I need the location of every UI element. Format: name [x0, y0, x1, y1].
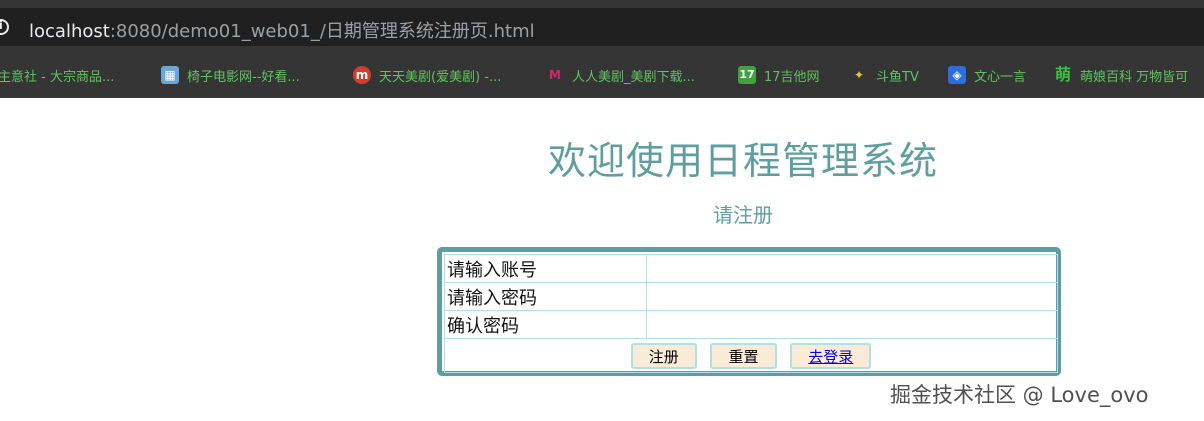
- browser-chrome: localhost:8080/demo01_web01_/日期管理系统注册页.h…: [0, 0, 1204, 52]
- bookmark-item[interactable]: M 人人美剧_美剧下载...: [546, 65, 695, 85]
- bookmark-label: 斗鱼TV: [876, 69, 919, 85]
- bookmark-item[interactable]: 萌 萌娘百科 万物皆可: [1054, 65, 1188, 85]
- bookmark-label: 主意社 - 大宗商品...: [0, 69, 115, 85]
- bookmarks-bar: 主意社 - 大宗商品... ▦ 椅子电影网--好看... m 天天美剧(爱美剧)…: [0, 52, 1204, 98]
- address-bar[interactable]: localhost:8080/demo01_web01_/日期管理系统注册页.h…: [0, 8, 1204, 46]
- register-form: 请输入账号 请输入密码 确认密码 注册 重置 去登录: [437, 247, 1061, 376]
- reset-button[interactable]: 重置: [710, 342, 777, 369]
- url-text[interactable]: localhost:8080/demo01_web01_/日期管理系统注册页.h…: [29, 17, 535, 43]
- bookmark-item[interactable]: ▦ 椅子电影网--好看...: [161, 65, 300, 85]
- account-input[interactable]: [648, 255, 1059, 282]
- bookmark-item[interactable]: 主意社 - 大宗商品...: [0, 65, 114, 85]
- douyu-logo-icon: ✦: [853, 68, 865, 82]
- password-cell: [645, 282, 1059, 311]
- url-host: localhost: [29, 21, 110, 42]
- page-content: 欢迎使用日程管理系统 请注册 请输入账号 请输入密码 确认密码 注册 重置 去登…: [0, 98, 1204, 421]
- password-label: 请输入密码: [444, 282, 647, 311]
- account-label: 请输入账号: [444, 254, 647, 283]
- password-input[interactable]: [648, 283, 1059, 310]
- bookmark-label: 人人美剧_美剧下载...: [572, 69, 695, 85]
- film-icon: ▦: [161, 66, 179, 84]
- rr-logo-icon: M: [549, 68, 561, 82]
- url-path: :8080/demo01_web01_/日期管理系统注册页.html: [109, 21, 535, 42]
- bookmark-label: 萌娘百科 万物皆可: [1080, 69, 1189, 85]
- moegirl-logo-icon: 萌: [1054, 65, 1071, 84]
- login-link-button[interactable]: 去登录: [790, 342, 872, 369]
- bookmark-item[interactable]: ✦ 斗鱼TV: [850, 65, 919, 85]
- page-subtitle: 请注册: [713, 203, 773, 227]
- 17-logo-icon: 17: [738, 66, 756, 84]
- confirm-password-cell: [645, 310, 1059, 339]
- info-icon[interactable]: [0, 19, 9, 35]
- table-row: 注册 重置 去登录: [444, 338, 1058, 373]
- wenxin-logo-icon: ◈: [948, 66, 966, 84]
- table-row: 确认密码: [444, 310, 1059, 339]
- bookmark-item[interactable]: m 天天美剧(爱美剧) -...: [353, 65, 501, 85]
- bookmark-label: 天天美剧(爱美剧) -...: [379, 69, 502, 85]
- bookmark-label: 椅子电影网--好看...: [187, 69, 300, 85]
- register-table: 请输入账号 请输入密码 确认密码 注册 重置 去登录: [444, 254, 1059, 373]
- bookmark-item[interactable]: 17 17吉他网: [738, 65, 820, 85]
- table-row: 请输入密码: [444, 282, 1059, 311]
- login-link[interactable]: 去登录: [808, 348, 853, 366]
- watermark: 掘金技术社区 @ Love_ovo: [890, 383, 1149, 407]
- table-row: 请输入账号: [444, 254, 1059, 283]
- page-title: 欢迎使用日程管理系统: [548, 139, 939, 183]
- account-cell: [645, 254, 1059, 283]
- confirm-password-label: 确认密码: [444, 310, 647, 339]
- button-row: 注册 重置 去登录: [444, 338, 1058, 373]
- bookmark-item[interactable]: ◈ 文心一言: [948, 65, 1026, 85]
- m-logo-icon: m: [353, 66, 371, 84]
- confirm-password-input[interactable]: [648, 311, 1059, 338]
- bookmark-label: 17吉他网: [764, 69, 820, 85]
- bookmark-label: 文心一言: [974, 69, 1027, 85]
- register-button[interactable]: 注册: [630, 342, 697, 369]
